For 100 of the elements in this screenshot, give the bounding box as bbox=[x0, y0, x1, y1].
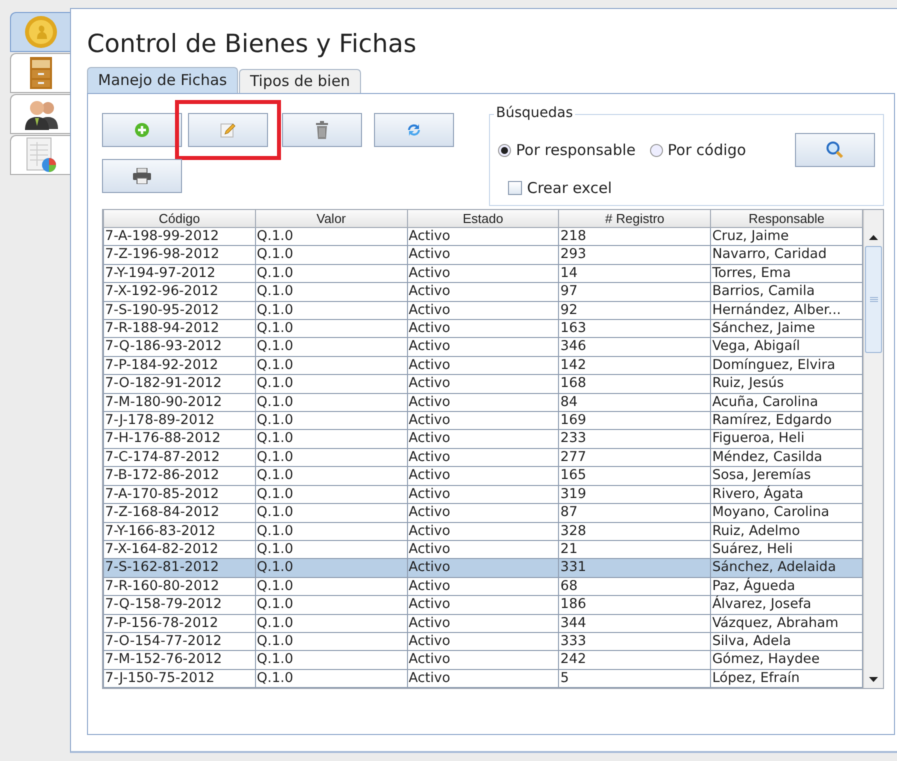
table-cell: 7-S-162-81-2012 bbox=[104, 558, 256, 578]
radio-option[interactable]: Por código bbox=[650, 141, 746, 159]
scrollbar[interactable] bbox=[863, 210, 883, 688]
column-header[interactable]: Valor bbox=[255, 210, 408, 228]
table-cell: Vega, Abigaíl bbox=[710, 338, 862, 356]
table-cell: 165 bbox=[558, 466, 711, 486]
search-icon bbox=[826, 141, 844, 159]
table-cell: Activo bbox=[407, 504, 559, 522]
table-cell: 7-Q-186-93-2012 bbox=[104, 338, 256, 356]
table-cell: Activo bbox=[407, 246, 559, 264]
table-cell: 7-P-184-92-2012 bbox=[104, 356, 256, 375]
table-cell: Domínguez, Elvira bbox=[710, 356, 862, 375]
table-cell: 163 bbox=[558, 320, 711, 338]
table-cell: 344 bbox=[558, 614, 711, 632]
table-cell: 68 bbox=[558, 577, 711, 596]
delete-button[interactable] bbox=[282, 113, 362, 147]
table-cell: Activo bbox=[407, 430, 559, 448]
print-button[interactable] bbox=[102, 159, 182, 193]
table-cell: 7-B-172-86-2012 bbox=[104, 466, 256, 486]
search-button[interactable] bbox=[795, 133, 875, 167]
cabinet-icon bbox=[28, 56, 54, 90]
plus-icon bbox=[135, 123, 149, 137]
table-cell: 7-R-160-80-2012 bbox=[104, 577, 256, 596]
table-cell: Activo bbox=[407, 558, 559, 578]
scroll-down-icon[interactable] bbox=[869, 676, 878, 682]
table-cell: 293 bbox=[558, 246, 711, 264]
table-cell: Moyano, Carolina bbox=[710, 504, 862, 522]
table-cell: Q.1.0 bbox=[255, 577, 408, 596]
table-cell: 277 bbox=[558, 448, 711, 467]
table-cell: 7-H-176-88-2012 bbox=[104, 430, 256, 448]
refresh-button[interactable] bbox=[374, 113, 454, 147]
table-cell: 14 bbox=[558, 264, 711, 283]
table-cell: 7-M-152-76-2012 bbox=[104, 650, 256, 670]
table-cell: Q.1.0 bbox=[255, 632, 408, 651]
table-cell: Activo bbox=[407, 320, 559, 338]
side-tab[interactable] bbox=[10, 94, 70, 134]
refresh-icon bbox=[406, 122, 422, 138]
column-header[interactable]: # Registro bbox=[558, 210, 711, 228]
trash-icon bbox=[315, 121, 329, 139]
table-cell: 87 bbox=[558, 504, 711, 522]
table-cell: Q.1.0 bbox=[255, 246, 408, 264]
table-cell: Ruiz, Jesús bbox=[710, 374, 862, 394]
table-cell: Paz, Águeda bbox=[710, 577, 862, 596]
table-cell: Q.1.0 bbox=[255, 430, 408, 448]
table-cell: Q.1.0 bbox=[255, 282, 408, 302]
table-cell: Q.1.0 bbox=[255, 320, 408, 338]
table-cell: Activo bbox=[407, 228, 559, 246]
table-cell: Q.1.0 bbox=[255, 522, 408, 540]
table-cell: Activo bbox=[407, 393, 559, 412]
table-cell: 7-Z-196-98-2012 bbox=[104, 246, 256, 264]
column-header[interactable]: Código bbox=[104, 210, 256, 228]
table-cell: Hernández, Alber... bbox=[710, 301, 862, 320]
table-cell: 7-O-182-91-2012 bbox=[104, 374, 256, 394]
table-cell: 92 bbox=[558, 301, 711, 320]
edit-button[interactable] bbox=[188, 113, 268, 147]
table-cell: Activo bbox=[407, 614, 559, 632]
table-cell: Vázquez, Abraham bbox=[710, 614, 862, 632]
table-cell: 328 bbox=[558, 522, 711, 540]
table-cell: Torres, Ema bbox=[710, 264, 862, 283]
table-cell: 233 bbox=[558, 430, 711, 448]
excel-checkbox[interactable]: Crear excel bbox=[508, 179, 875, 197]
pencil-icon bbox=[220, 122, 236, 138]
table-cell: 7-A-170-85-2012 bbox=[104, 485, 256, 504]
add-button[interactable] bbox=[102, 113, 182, 147]
tab[interactable]: Tipos de bien bbox=[238, 69, 362, 93]
table-cell: Barrios, Camila bbox=[710, 282, 862, 302]
scroll-thumb[interactable] bbox=[865, 246, 882, 353]
table-cell: 84 bbox=[558, 393, 711, 412]
scroll-up-icon[interactable] bbox=[869, 234, 878, 240]
table-cell: Sosa, Jeremías bbox=[710, 466, 862, 486]
table-cell: Gómez, Haydee bbox=[710, 650, 862, 670]
table-cell: 346 bbox=[558, 338, 711, 356]
column-header[interactable]: Estado bbox=[407, 210, 559, 228]
checkbox-label: Crear excel bbox=[527, 179, 612, 197]
table-cell: 168 bbox=[558, 374, 711, 394]
table-cell: Activo bbox=[407, 650, 559, 670]
table-cell: 7-O-154-77-2012 bbox=[104, 632, 256, 651]
table-cell: 7-J-150-75-2012 bbox=[104, 669, 256, 688]
table-cell: Activo bbox=[407, 485, 559, 504]
printer-icon bbox=[133, 168, 151, 184]
column-header[interactable]: Responsable bbox=[710, 210, 862, 228]
table-cell: Activo bbox=[407, 264, 559, 283]
group-title: Búsquedas bbox=[494, 105, 575, 121]
table-cell: Q.1.0 bbox=[255, 669, 408, 688]
page-title: Control de Bienes y Fichas bbox=[87, 29, 418, 58]
table-cell: 7-X-192-96-2012 bbox=[104, 282, 256, 302]
tab[interactable]: Manejo de Fichas bbox=[87, 67, 238, 93]
table-cell: Activo bbox=[407, 282, 559, 302]
table-cell: Q.1.0 bbox=[255, 228, 408, 246]
table-cell: Q.1.0 bbox=[255, 466, 408, 486]
table-cell: 97 bbox=[558, 282, 711, 302]
table-cell: 319 bbox=[558, 485, 711, 504]
table-cell: 5 bbox=[558, 669, 711, 688]
table-cell: 333 bbox=[558, 632, 711, 651]
table-cell: 7-C-174-87-2012 bbox=[104, 448, 256, 467]
table-cell: Activo bbox=[407, 632, 559, 651]
table-cell: Activo bbox=[407, 596, 559, 614]
table-cell: 142 bbox=[558, 356, 711, 375]
table-cell: Q.1.0 bbox=[255, 412, 408, 430]
table-cell: Méndez, Casilda bbox=[710, 448, 862, 467]
